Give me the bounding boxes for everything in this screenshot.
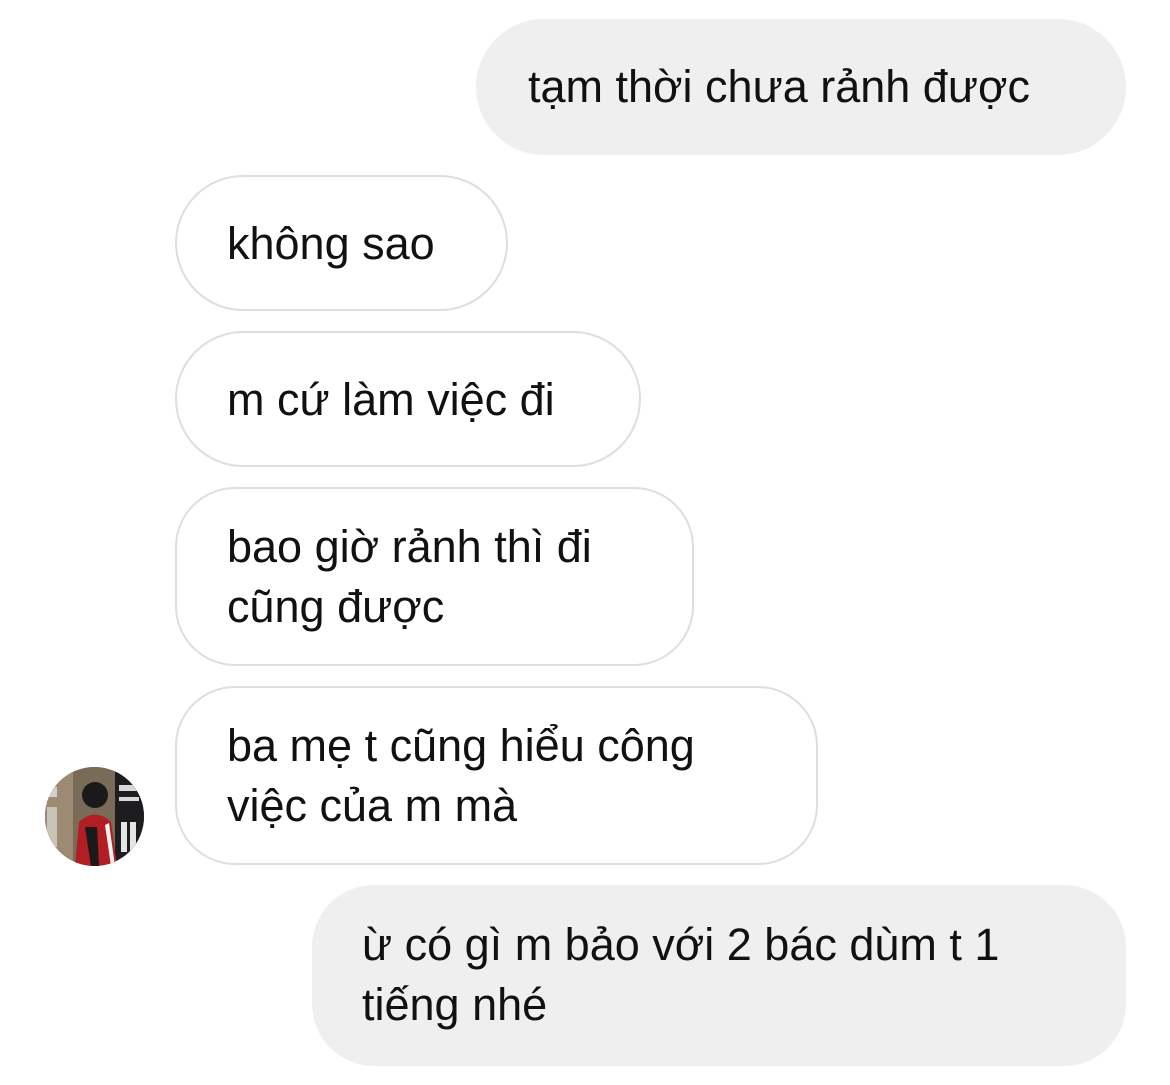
sent-message-bubble[interactable]: tạm thời chưa rảnh được [476,19,1126,155]
message-text: m cứ làm việc đi [227,374,555,425]
received-message-bubble[interactable]: m cứ làm việc đi [175,331,641,467]
message-text-line: cũng được [227,581,445,632]
message-text-line: ừ có gì m bảo với 2 bác dùm t 1 [362,919,1000,970]
message-text: tạm thời chưa rảnh được [528,61,1030,112]
sent-message-bubble[interactable]: ừ có gì m bảo với 2 bác dùm t 1 tiếng nh… [312,885,1126,1066]
avatar-photo-icon [45,767,144,866]
message-text: không sao [227,218,435,269]
received-message-bubble[interactable]: bao giờ rảnh thì đi cũng được [175,487,694,666]
received-message-bubble[interactable]: không sao [175,175,508,311]
message-text-line: việc của m mà [227,780,518,831]
received-message-bubble[interactable]: ba mẹ t cũng hiểu công việc của m mà [175,686,818,865]
message-text-line: bao giờ rảnh thì đi [227,521,592,572]
message-text-line: ba mẹ t cũng hiểu công [227,720,695,771]
contact-avatar[interactable] [45,767,144,866]
message-text-line: tiếng nhé [362,979,548,1030]
